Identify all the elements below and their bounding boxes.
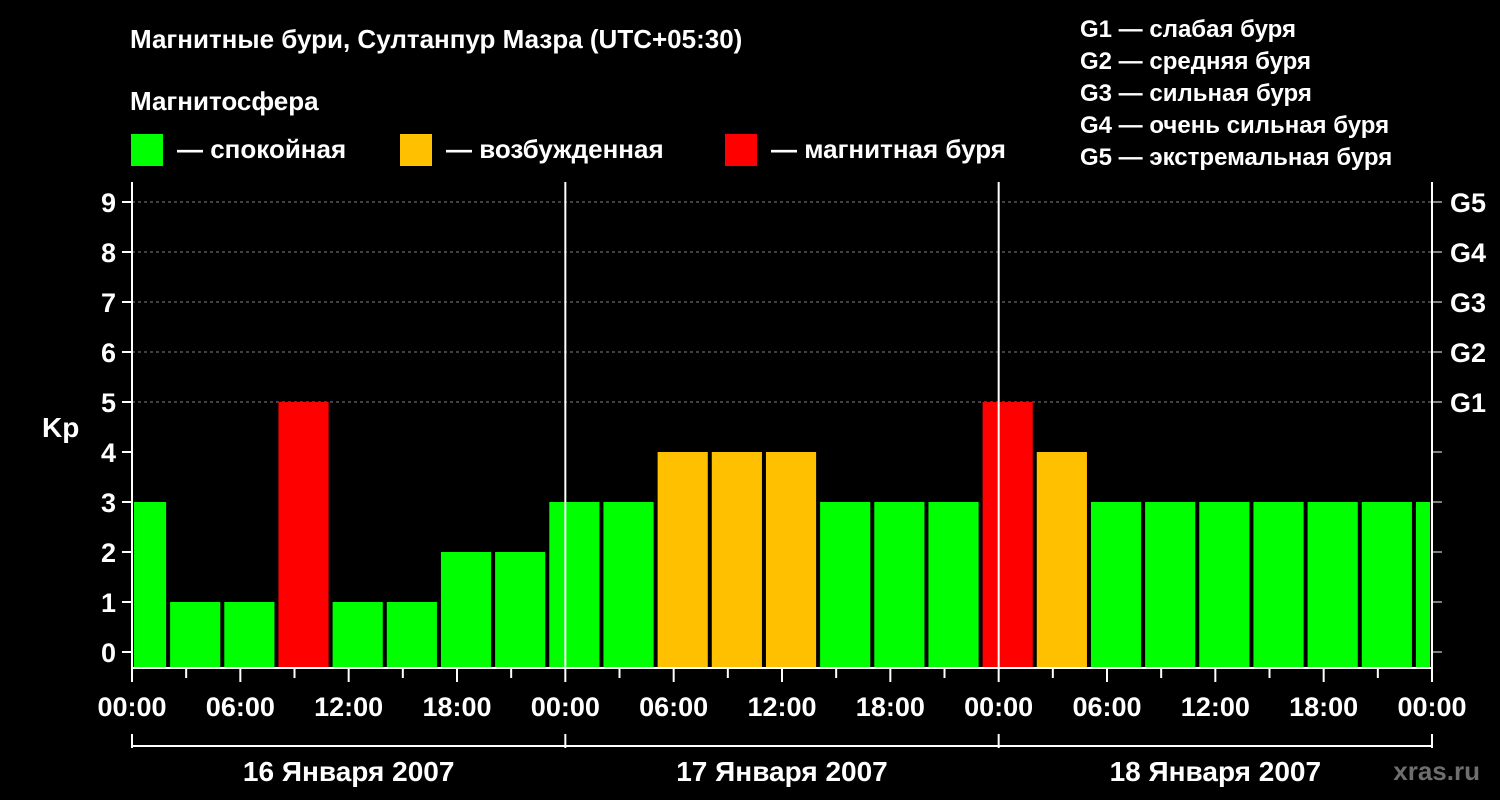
storm-scale-g2: G2 — средняя буря bbox=[1080, 48, 1311, 75]
x-tick-label: 18:00 bbox=[1289, 692, 1358, 722]
kp-bar bbox=[134, 502, 167, 668]
kp-bar bbox=[874, 502, 925, 668]
kp-bar bbox=[549, 502, 600, 668]
day-label: 16 Января 2007 bbox=[243, 756, 455, 787]
g-level-label: G2 bbox=[1450, 338, 1486, 368]
kp-bar bbox=[657, 452, 708, 668]
legend: — спокойная — возбужденная — магнитная б… bbox=[131, 134, 1006, 166]
kp-bar bbox=[278, 402, 329, 668]
x-tick-label: 06:00 bbox=[1072, 692, 1141, 722]
g-level-label: G5 bbox=[1450, 188, 1486, 218]
y-tick-label: 7 bbox=[101, 288, 116, 318]
x-tick-label: 00:00 bbox=[97, 692, 166, 722]
g-level-label: G4 bbox=[1450, 238, 1486, 268]
kp-bar bbox=[1036, 452, 1087, 668]
y-tick-label: 5 bbox=[101, 388, 116, 418]
kp-bar bbox=[1090, 502, 1142, 668]
kp-chart: Магнитные бури, Султанпур Мазра (UTC+05:… bbox=[42, 16, 1486, 787]
x-tick-label: 12:00 bbox=[314, 692, 383, 722]
x-tick-label: 06:00 bbox=[206, 692, 275, 722]
kp-bar bbox=[1145, 502, 1196, 668]
storm-scale: G1 — слабая буря G2 — средняя буря G3 — … bbox=[1080, 16, 1392, 171]
x-tick-label: 12:00 bbox=[747, 692, 816, 722]
kp-bar bbox=[982, 402, 1033, 668]
kp-bar bbox=[711, 452, 762, 668]
y-tick-label: 6 bbox=[101, 338, 116, 368]
kp-bar bbox=[765, 452, 817, 668]
storm-scale-g5: G5 — экстремальная буря bbox=[1080, 144, 1392, 171]
legend-label-disturbed: — возбужденная bbox=[446, 134, 664, 164]
magnetosphere-label: Магнитосфера bbox=[130, 86, 319, 116]
x-tick-label: 12:00 bbox=[1181, 692, 1250, 722]
storm-scale-g4: G4 — очень сильная буря bbox=[1080, 112, 1389, 139]
kp-bar bbox=[170, 602, 221, 668]
y-tick-label: 8 bbox=[101, 238, 116, 268]
kp-bar bbox=[224, 602, 275, 668]
kp-bar bbox=[1361, 502, 1412, 668]
y-tick-label: 4 bbox=[101, 438, 116, 468]
x-tick-label: 18:00 bbox=[422, 692, 491, 722]
kp-bar bbox=[603, 502, 654, 668]
bars-layer bbox=[134, 402, 1430, 668]
kp-bar bbox=[386, 602, 437, 668]
legend-swatch-storm bbox=[725, 134, 757, 166]
kp-bar bbox=[1307, 502, 1358, 668]
y-tick-label: 1 bbox=[101, 588, 116, 618]
day-label: 17 Января 2007 bbox=[676, 756, 888, 787]
x-tick-label: 18:00 bbox=[856, 692, 925, 722]
y-tick-label: 9 bbox=[101, 188, 116, 218]
watermark: xras.ru bbox=[1393, 756, 1480, 786]
legend-swatch-disturbed bbox=[400, 134, 432, 166]
kp-bar bbox=[928, 502, 979, 668]
y-axis-label: Kp bbox=[42, 412, 79, 443]
storm-scale-g3: G3 — сильная буря bbox=[1080, 80, 1312, 107]
x-tick-label: 00:00 bbox=[1397, 692, 1466, 722]
kp-bar bbox=[1253, 502, 1304, 668]
kp-bar bbox=[495, 552, 546, 668]
legend-swatch-quiet bbox=[131, 134, 163, 166]
kp-bar bbox=[1199, 502, 1250, 668]
storm-scale-g1: G1 — слабая буря bbox=[1080, 16, 1296, 43]
x-tick-label: 00:00 bbox=[964, 692, 1033, 722]
legend-label-quiet: — спокойная bbox=[177, 134, 346, 164]
grid-layer bbox=[132, 201, 1432, 403]
kp-bar bbox=[820, 502, 871, 668]
y-tick-label: 2 bbox=[101, 538, 116, 568]
y-tick-label: 3 bbox=[101, 488, 116, 518]
day-label: 18 Января 2007 bbox=[1110, 756, 1322, 787]
g-level-label: G1 bbox=[1450, 388, 1486, 418]
legend-label-storm: — магнитная буря bbox=[771, 134, 1006, 164]
kp-bar bbox=[1415, 502, 1430, 668]
y-tick-label: 0 bbox=[101, 638, 116, 668]
chart-title: Магнитные бури, Султанпур Мазра (UTC+05:… bbox=[130, 24, 742, 54]
kp-bar bbox=[332, 602, 383, 668]
x-tick-label: 00:00 bbox=[531, 692, 600, 722]
x-tick-label: 06:00 bbox=[639, 692, 708, 722]
g-level-label: G3 bbox=[1450, 288, 1486, 318]
kp-bar bbox=[440, 552, 492, 668]
